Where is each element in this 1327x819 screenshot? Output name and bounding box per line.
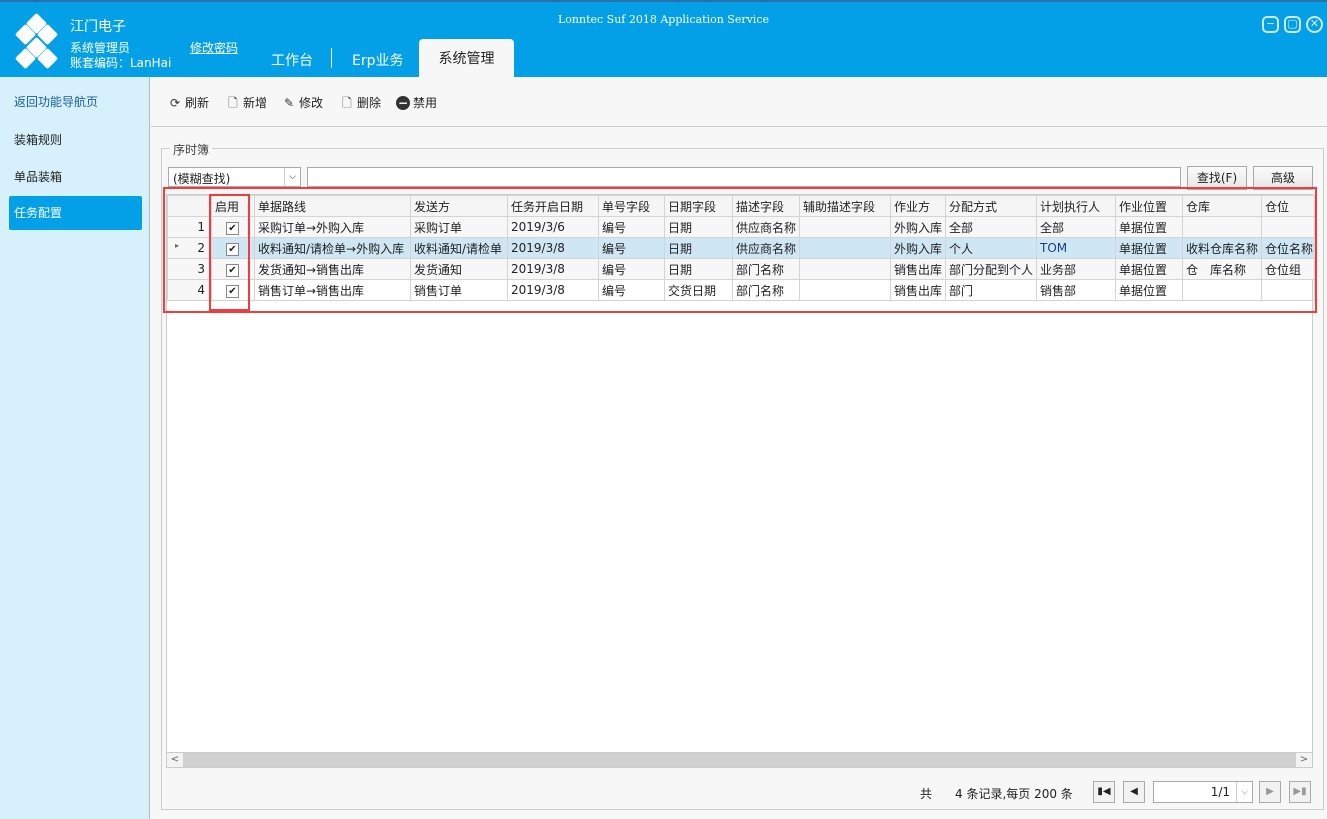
maximize-icon[interactable]: ▢ bbox=[1284, 16, 1301, 33]
search-input[interactable] bbox=[307, 167, 1181, 187]
chevron-down-icon: ⌵ bbox=[1236, 782, 1252, 802]
disable-button[interactable]: − 禁用 bbox=[396, 94, 437, 111]
highlight-box-enabled-column bbox=[209, 194, 250, 311]
next-page-icon[interactable]: ▶ bbox=[1259, 781, 1281, 803]
page-value: 1/1 bbox=[1210, 785, 1230, 799]
refresh-button[interactable]: ⟳ 刷新 bbox=[168, 94, 209, 111]
horizontal-scrollbar[interactable]: < > bbox=[166, 752, 1313, 768]
account-code: 账套编码：LanHai bbox=[70, 56, 172, 70]
highlight-box-grid bbox=[163, 187, 1317, 313]
page-select[interactable]: 1/1 ⌵ bbox=[1153, 781, 1253, 803]
sidebar-item-task-config[interactable]: 任务配置 bbox=[9, 196, 142, 230]
minimize-icon[interactable]: − bbox=[1262, 16, 1279, 33]
app-header: 江门电子 系统管理员 账套编码：LanHai 修改密码 Lonntec Suf … bbox=[0, 0, 1327, 79]
disable-icon: − bbox=[396, 95, 410, 110]
delete-label: 删除 bbox=[357, 96, 382, 110]
edit-button[interactable]: ✎ 修改 bbox=[282, 94, 323, 111]
tab-divider bbox=[331, 48, 332, 68]
edit-label: 修改 bbox=[299, 96, 324, 110]
tab-workbench[interactable]: 工作台 bbox=[271, 50, 313, 70]
close-icon[interactable]: ✕ bbox=[1306, 16, 1323, 33]
record-summary: 4 条记录,每页 200 条 bbox=[955, 787, 1073, 801]
scroll-left-icon[interactable]: < bbox=[167, 753, 183, 767]
window-title: Lonntec Suf 2018 Application Service bbox=[558, 13, 769, 26]
search-mode-select[interactable]: (模糊查找) ⌵ bbox=[168, 167, 301, 187]
toolbar-divider bbox=[151, 126, 1327, 127]
scroll-right-icon[interactable]: > bbox=[1296, 753, 1312, 767]
group-title: 序时簿 bbox=[170, 141, 213, 158]
delete-button[interactable]: 🗋 删除 bbox=[340, 94, 381, 111]
edit-icon: ✎ bbox=[283, 95, 295, 110]
search-mode-value: (模糊查找) bbox=[173, 172, 231, 186]
last-page-icon[interactable]: ▶▮ bbox=[1289, 781, 1311, 803]
refresh-label: 刷新 bbox=[185, 96, 210, 110]
sidebar: 返回功能导航页 装箱规则 单品装箱 任务配置 bbox=[0, 77, 150, 819]
add-button[interactable]: 🗋 新增 bbox=[226, 94, 267, 111]
prev-page-icon[interactable]: ◀ bbox=[1123, 781, 1145, 803]
tab-system-management[interactable]: 系统管理 bbox=[419, 39, 514, 79]
refresh-icon: ⟳ bbox=[169, 95, 181, 110]
delete-document-icon: 🗋 bbox=[342, 95, 352, 110]
add-label: 新增 bbox=[243, 96, 268, 110]
change-password-link[interactable]: 修改密码 bbox=[190, 39, 238, 56]
add-document-icon: 🗋 bbox=[228, 95, 238, 110]
chevron-down-icon: ⌵ bbox=[284, 168, 300, 186]
sidebar-item-back[interactable]: 返回功能导航页 bbox=[9, 85, 142, 119]
sidebar-item-single-packing[interactable]: 单品装箱 bbox=[9, 160, 142, 194]
first-page-icon[interactable]: ▮◀ bbox=[1093, 781, 1115, 803]
tab-erp[interactable]: Erp业务 bbox=[352, 50, 404, 70]
sidebar-item-packing-rules[interactable]: 装箱规则 bbox=[9, 123, 142, 157]
disable-label: 禁用 bbox=[413, 96, 438, 110]
total-prefix: 共 bbox=[920, 787, 933, 801]
